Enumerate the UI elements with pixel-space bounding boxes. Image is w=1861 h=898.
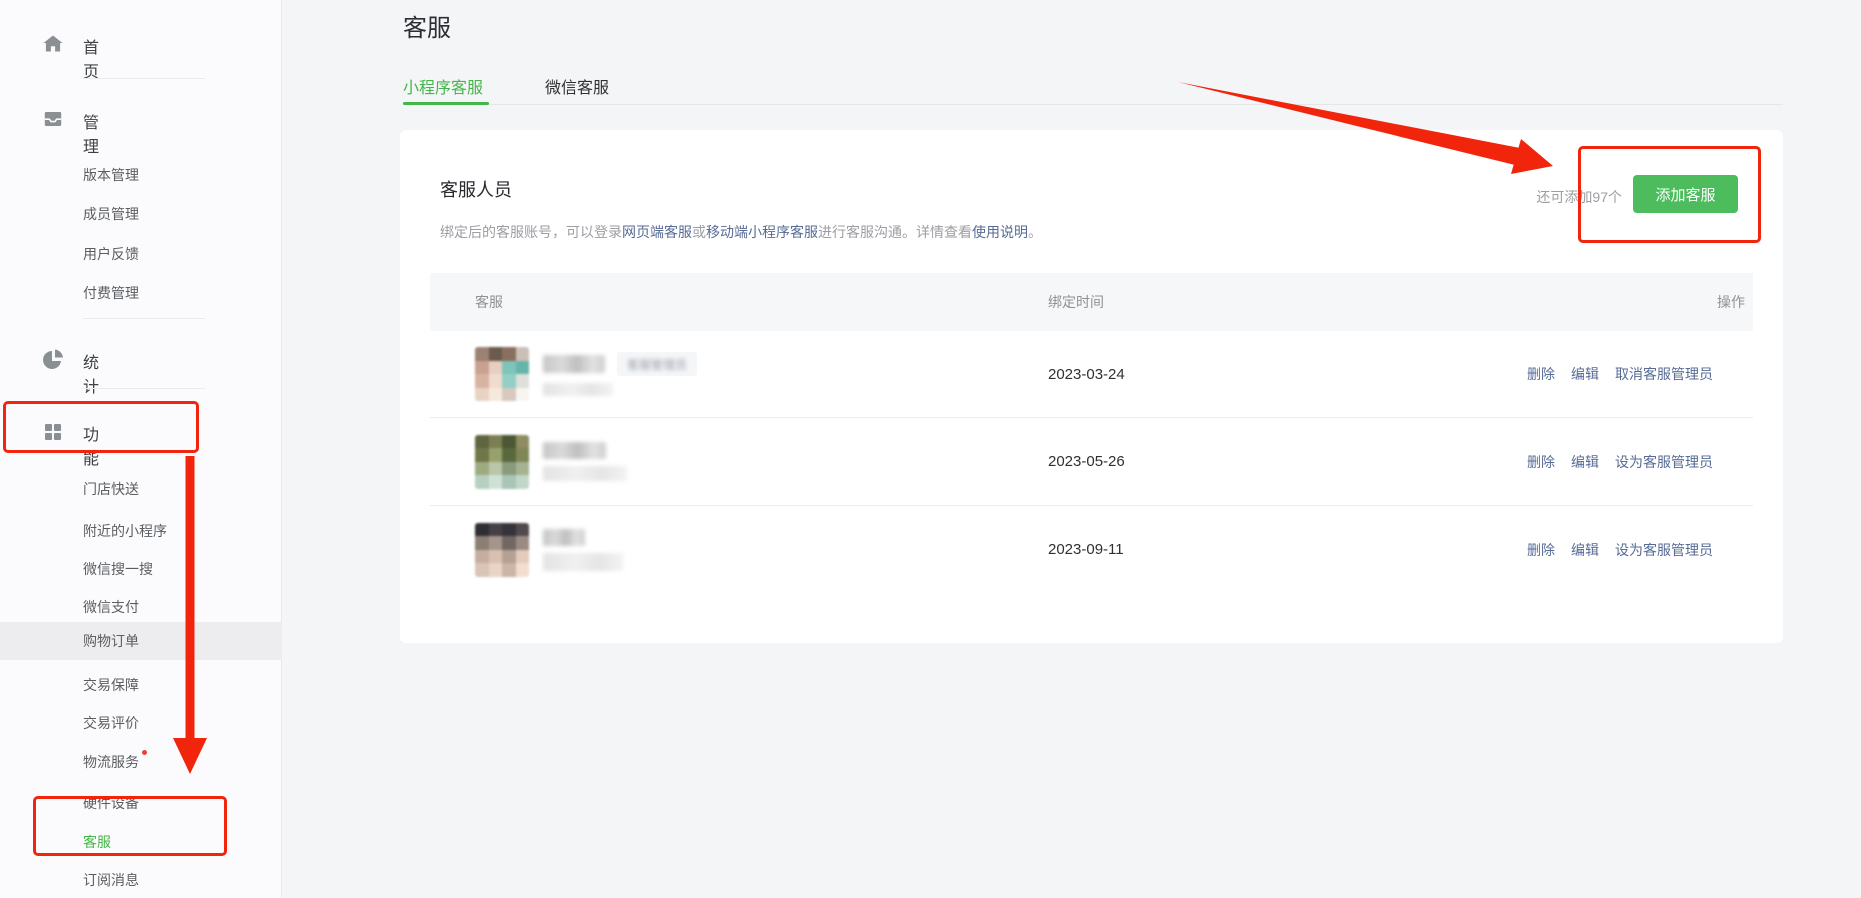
edit-link[interactable]: 编辑 [1571, 364, 1599, 384]
col-header-actions: 操作 [1453, 292, 1753, 312]
cs-table: 客服 绑定时间 操作 客服管理员 [430, 273, 1753, 593]
tab-bar-border [403, 104, 1783, 105]
sidebar-item-user-feedback[interactable]: 用户反馈 [83, 244, 139, 264]
quota-remaining-text: 还可添加97个 [1536, 187, 1622, 207]
redacted-name [543, 442, 606, 459]
home-icon [42, 33, 64, 55]
table-header-row: 客服 绑定时间 操作 [430, 273, 1753, 331]
sidebar-item-nearby-miniprogram[interactable]: 附近的小程序 [83, 521, 167, 541]
usage-guide-link[interactable]: 使用说明 [972, 224, 1028, 240]
sidebar-item-logistics-service[interactable]: 物流服务 [83, 752, 147, 772]
bind-date: 2023-03-24 [1048, 366, 1453, 383]
redacted-id [543, 553, 623, 571]
edit-link[interactable]: 编辑 [1571, 540, 1599, 560]
delete-link[interactable]: 删除 [1527, 452, 1555, 472]
redacted-id [543, 383, 613, 396]
sidebar-item-trade-guarantee[interactable]: 交易保障 [83, 675, 139, 695]
redacted-id [543, 466, 627, 481]
sidebar-divider [83, 388, 205, 389]
sidebar-item-hardware-device[interactable]: 硬件设备 [83, 793, 139, 813]
sidebar-item-member-manage[interactable]: 成员管理 [83, 204, 139, 224]
table-row: 2023-09-11 删除 编辑 设为客服管理员 [430, 505, 1753, 593]
edit-link[interactable]: 编辑 [1571, 452, 1599, 472]
set-cs-admin-link[interactable]: 设为客服管理员 [1615, 452, 1713, 472]
sidebar-item-wechat-pay[interactable]: 微信支付 [83, 597, 139, 617]
red-dot-badge [142, 750, 147, 755]
page-title: 客服 [403, 8, 451, 43]
table-row: 2023-05-26 删除 编辑 设为客服管理员 [430, 417, 1753, 505]
tab-miniprogram-cs[interactable]: 小程序客服 [403, 74, 483, 98]
inbox-icon [42, 108, 64, 130]
mobile-miniprogram-cs-link[interactable]: 移动端小程序客服 [706, 224, 818, 240]
col-header-cs: 客服 [430, 292, 1048, 312]
redacted-name [543, 529, 585, 546]
cs-staff-card: 客服人员 绑定后的客服账号，可以登录网页端客服或移动端小程序客服进行客服沟通。详… [400, 130, 1783, 643]
cancel-cs-admin-link[interactable]: 取消客服管理员 [1615, 364, 1713, 384]
col-header-bind-time: 绑定时间 [1048, 292, 1453, 312]
sidebar-item-subscribe-message[interactable]: 订阅消息 [83, 870, 139, 890]
card-description: 绑定后的客服账号，可以登录网页端客服或移动端小程序客服进行客服沟通。详情查看使用… [440, 222, 1042, 242]
add-cs-button[interactable]: 添加客服 [1633, 175, 1738, 213]
delete-link[interactable]: 删除 [1527, 540, 1555, 560]
avatar [475, 523, 529, 577]
sidebar-item-version-manage[interactable]: 版本管理 [83, 165, 139, 185]
redacted-name [543, 355, 605, 373]
pie-icon [42, 348, 64, 370]
sidebar-divider [83, 318, 205, 319]
grid-icon [42, 420, 64, 442]
delete-link[interactable]: 删除 [1527, 364, 1555, 384]
active-tab-underline [403, 102, 489, 105]
avatar [475, 347, 529, 401]
sidebar-item-pay-manage[interactable]: 付费管理 [83, 283, 139, 303]
card-heading: 客服人员 [440, 176, 512, 202]
sidebar-item-trade-review[interactable]: 交易评价 [83, 713, 139, 733]
cs-admin-badge: 客服管理员 [617, 352, 697, 376]
sidebar-item-wechat-search[interactable]: 微信搜一搜 [83, 559, 153, 579]
sidebar-item-shopping-orders[interactable]: 购物订单 [0, 622, 282, 660]
bind-date: 2023-09-11 [1048, 541, 1453, 558]
bind-date: 2023-05-26 [1048, 453, 1453, 470]
set-cs-admin-link[interactable]: 设为客服管理员 [1615, 540, 1713, 560]
table-row: 客服管理员 2023-03-24 删除 编辑 取消客服管理员 [430, 331, 1753, 417]
tab-wechat-cs[interactable]: 微信客服 [545, 74, 609, 98]
sidebar-divider [83, 78, 205, 79]
main-content: 客服 小程序客服 微信客服 客服人员 绑定后的客服账号，可以登录网页端客服或移动… [282, 0, 1861, 898]
sidebar: 首页 管理 版本管理 成员管理 用户反馈 付费管理 统计 [0, 0, 282, 898]
app-window: 首页 管理 版本管理 成员管理 用户反馈 付费管理 统计 [0, 0, 1861, 898]
avatar [475, 435, 529, 489]
web-cs-link[interactable]: 网页端客服 [622, 224, 692, 240]
sidebar-item-store-delivery[interactable]: 门店快送 [83, 479, 139, 499]
sidebar-item-customer-service[interactable]: 客服 [83, 832, 111, 852]
